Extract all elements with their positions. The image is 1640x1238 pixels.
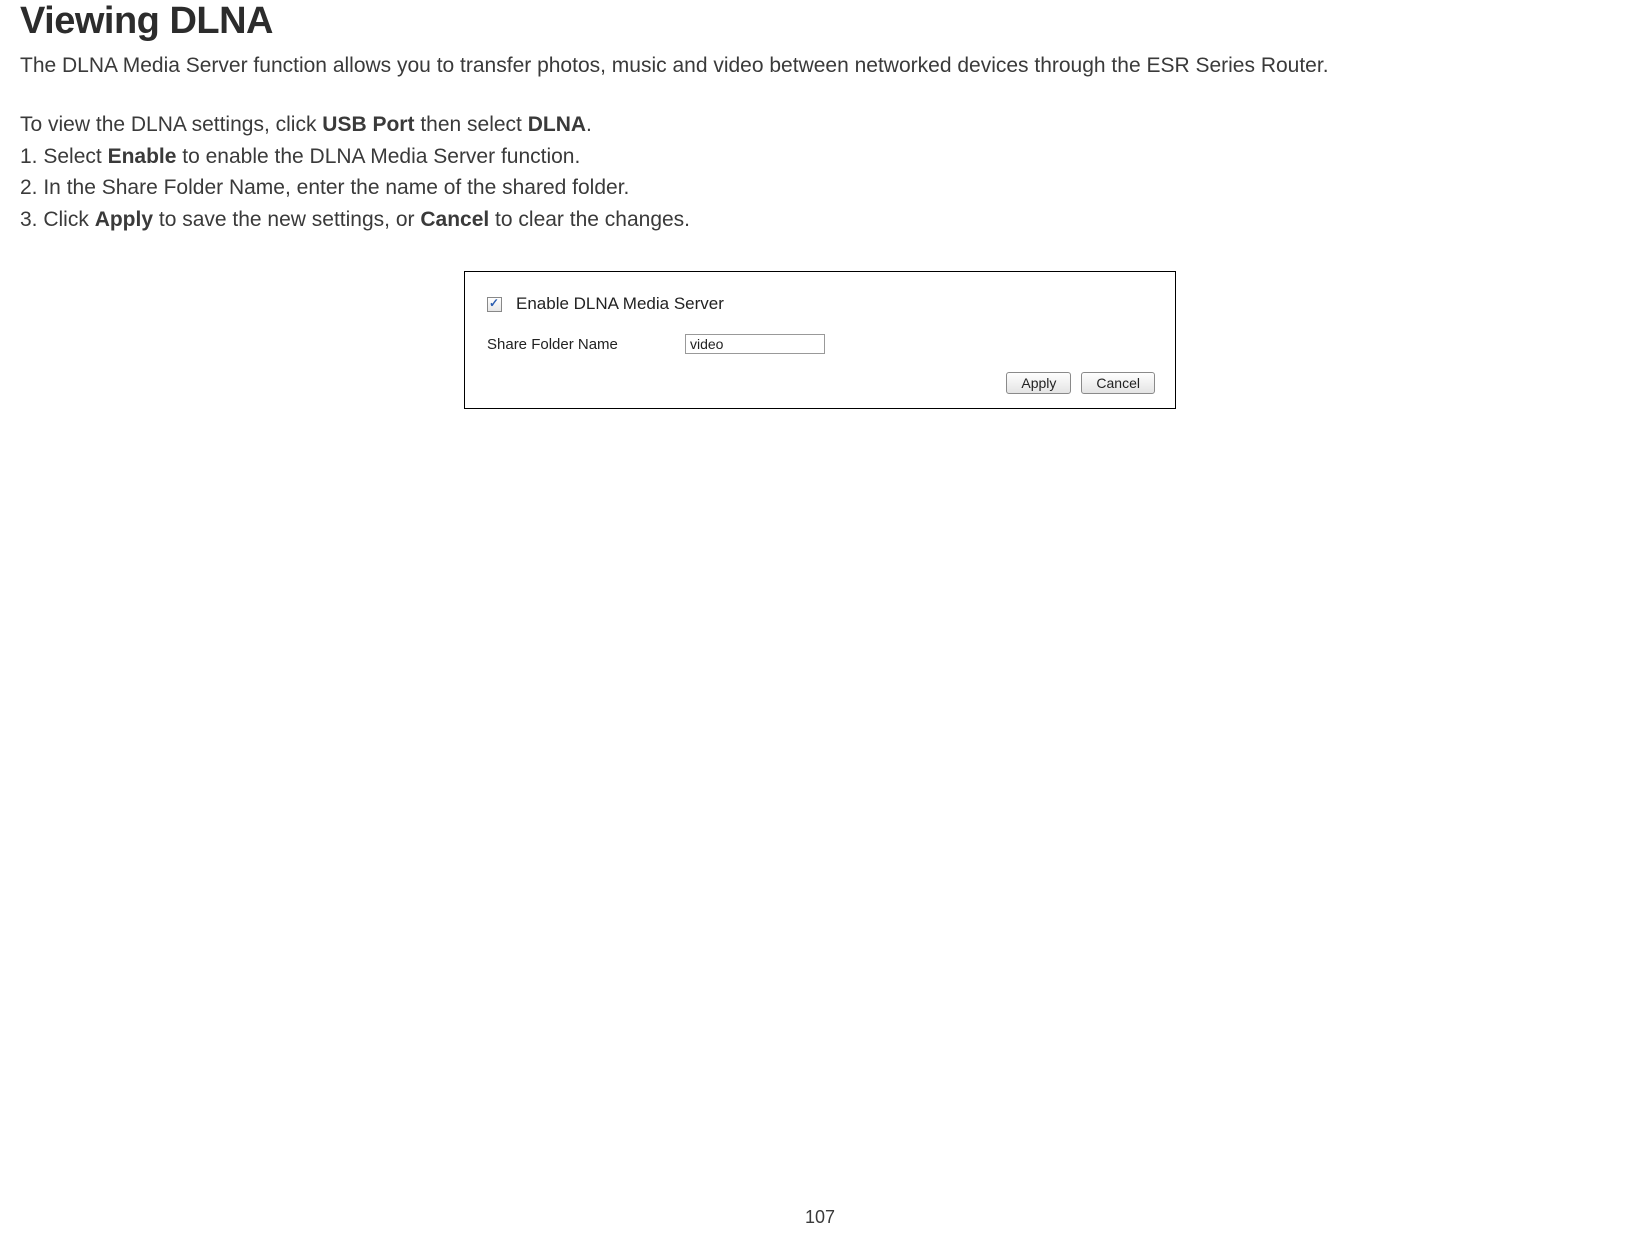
cancel-button[interactable]: Cancel	[1081, 372, 1155, 394]
nav-prefix: To view the DLNA settings, click	[20, 113, 322, 136]
share-folder-input[interactable]	[685, 334, 825, 354]
checkbox-label: Enable DLNA Media Server	[516, 294, 724, 314]
apply-button[interactable]: Apply	[1006, 372, 1071, 394]
step1-bold-enable: Enable	[108, 145, 177, 168]
step-2: 2. In the Share Folder Name, enter the n…	[0, 172, 1640, 204]
step3-bold-apply: Apply	[95, 208, 153, 231]
step1-suffix: to enable the DLNA Media Server function…	[176, 145, 580, 168]
settings-panel: Enable DLNA Media Server Share Folder Na…	[464, 271, 1176, 409]
nav-bold-dlna: DLNA	[528, 113, 586, 136]
step-1: 1. Select Enable to enable the DLNA Medi…	[0, 141, 1640, 173]
step-3: 3. Click Apply to save the new settings,…	[0, 204, 1640, 236]
share-folder-row: Share Folder Name	[485, 334, 1155, 354]
step3-bold-cancel: Cancel	[420, 208, 489, 231]
step3-middle: to save the new settings, or	[153, 208, 420, 231]
step1-prefix: 1. Select	[20, 145, 108, 168]
nav-instruction: To view the DLNA settings, click USB Por…	[0, 109, 1640, 141]
step3-prefix: 3. Click	[20, 208, 95, 231]
nav-bold-usbport: USB Port	[322, 113, 414, 136]
checkbox-enable-dlna[interactable]	[487, 297, 502, 312]
nav-middle: then select	[414, 113, 527, 136]
share-folder-label: Share Folder Name	[485, 336, 685, 353]
page-number: 107	[0, 1207, 1640, 1228]
nav-suffix: .	[586, 113, 592, 136]
button-row: Apply Cancel	[485, 372, 1155, 394]
enable-checkbox-row: Enable DLNA Media Server	[487, 294, 1155, 314]
intro-paragraph: The DLNA Media Server function allows yo…	[0, 51, 1640, 81]
page-title: Viewing DLNA	[0, 0, 1640, 43]
step3-suffix: to clear the changes.	[489, 208, 690, 231]
